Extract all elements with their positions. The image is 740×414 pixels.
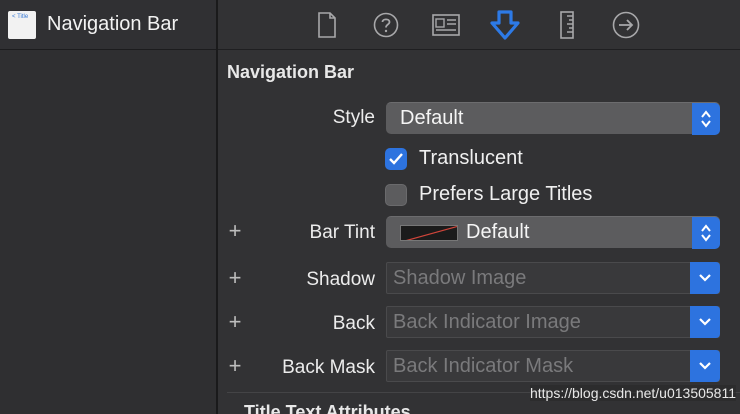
chevron-down-icon	[699, 318, 711, 326]
document-outline: < Title Navigation Bar	[0, 0, 216, 414]
back-mask-label: Back Mask	[282, 357, 375, 378]
shadow-label: Shadow	[306, 269, 375, 290]
size-ruler-icon	[560, 11, 574, 39]
back-label: Back	[332, 313, 375, 334]
chevron-updown-icon	[701, 110, 711, 128]
back-plus-icon[interactable]: +	[226, 311, 244, 333]
shadow-dropdown-button[interactable]	[690, 262, 720, 294]
shadow-plus-icon[interactable]: +	[226, 267, 244, 289]
style-label: Style	[332, 107, 375, 128]
back-indicator-placeholder[interactable]: Back Indicator Image	[393, 311, 581, 334]
identity-inspector-tab[interactable]	[431, 10, 461, 40]
back-indicator-mask-placeholder[interactable]: Back Indicator Mask	[393, 355, 573, 378]
size-inspector-tab[interactable]	[552, 10, 582, 40]
attributes-icon	[490, 10, 520, 40]
back-indicator-mask-combo[interactable]: Back Indicator Mask	[386, 350, 720, 382]
translucent-checkbox[interactable]	[385, 147, 407, 170]
bar-tint-label: Bar Tint	[309, 222, 375, 243]
attributes-inspector-tab[interactable]	[490, 10, 520, 40]
no-color-slash-icon	[405, 225, 457, 240]
style-popup[interactable]: Default	[386, 102, 720, 135]
connections-inspector-tab[interactable]	[611, 10, 641, 40]
prefers-large-titles-label: Prefers Large Titles	[419, 183, 593, 205]
bar-tint-popup[interactable]: Default	[386, 216, 720, 249]
prefers-large-titles-checkbox[interactable]	[385, 183, 407, 206]
attributes-inspector: Navigation Bar Style Default Translucent…	[218, 0, 740, 414]
thumbnail-text: < Title	[12, 13, 29, 20]
quick-help-tab[interactable]	[371, 10, 401, 40]
translucent-row[interactable]: Translucent	[385, 147, 523, 170]
section-title: Navigation Bar	[227, 62, 355, 82]
back-mask-dropdown-button[interactable]	[690, 350, 720, 382]
bar-tint-plus-icon[interactable]: +	[226, 220, 244, 242]
help-icon	[373, 12, 399, 38]
file-inspector-tab[interactable]	[312, 10, 342, 40]
file-icon	[318, 12, 336, 38]
shadow-image-placeholder[interactable]: Shadow Image	[393, 267, 526, 290]
style-stepper[interactable]	[692, 103, 720, 135]
shadow-image-combo[interactable]: Shadow Image	[386, 262, 720, 294]
chevron-down-icon	[699, 362, 711, 370]
prefers-large-titles-row[interactable]: Prefers Large Titles	[385, 183, 592, 206]
navigation-bar-thumbnail: < Title	[8, 10, 36, 39]
inspector-toolbar	[218, 0, 740, 50]
next-section-title: Title Text Attributes	[244, 402, 411, 414]
bar-tint-stepper[interactable]	[692, 217, 720, 249]
back-dropdown-button[interactable]	[690, 306, 720, 338]
style-value: Default	[400, 107, 464, 129]
chevron-updown-icon	[701, 224, 711, 242]
watermark-text: https://blog.csdn.net/u013505811	[529, 385, 736, 401]
back-indicator-combo[interactable]: Back Indicator Image	[386, 306, 720, 338]
translucent-label: Translucent	[419, 147, 523, 169]
bar-tint-value: Default	[466, 221, 530, 243]
outline-item-label: Navigation Bar	[47, 13, 179, 35]
checkmark-icon	[389, 152, 403, 165]
chevron-down-icon	[699, 274, 711, 282]
back-mask-plus-icon[interactable]: +	[226, 355, 244, 377]
identity-icon	[432, 14, 460, 36]
outline-item-navigation-bar[interactable]: < Title Navigation Bar	[0, 0, 216, 50]
color-swatch	[400, 224, 458, 241]
connections-arrow-icon	[612, 11, 640, 39]
